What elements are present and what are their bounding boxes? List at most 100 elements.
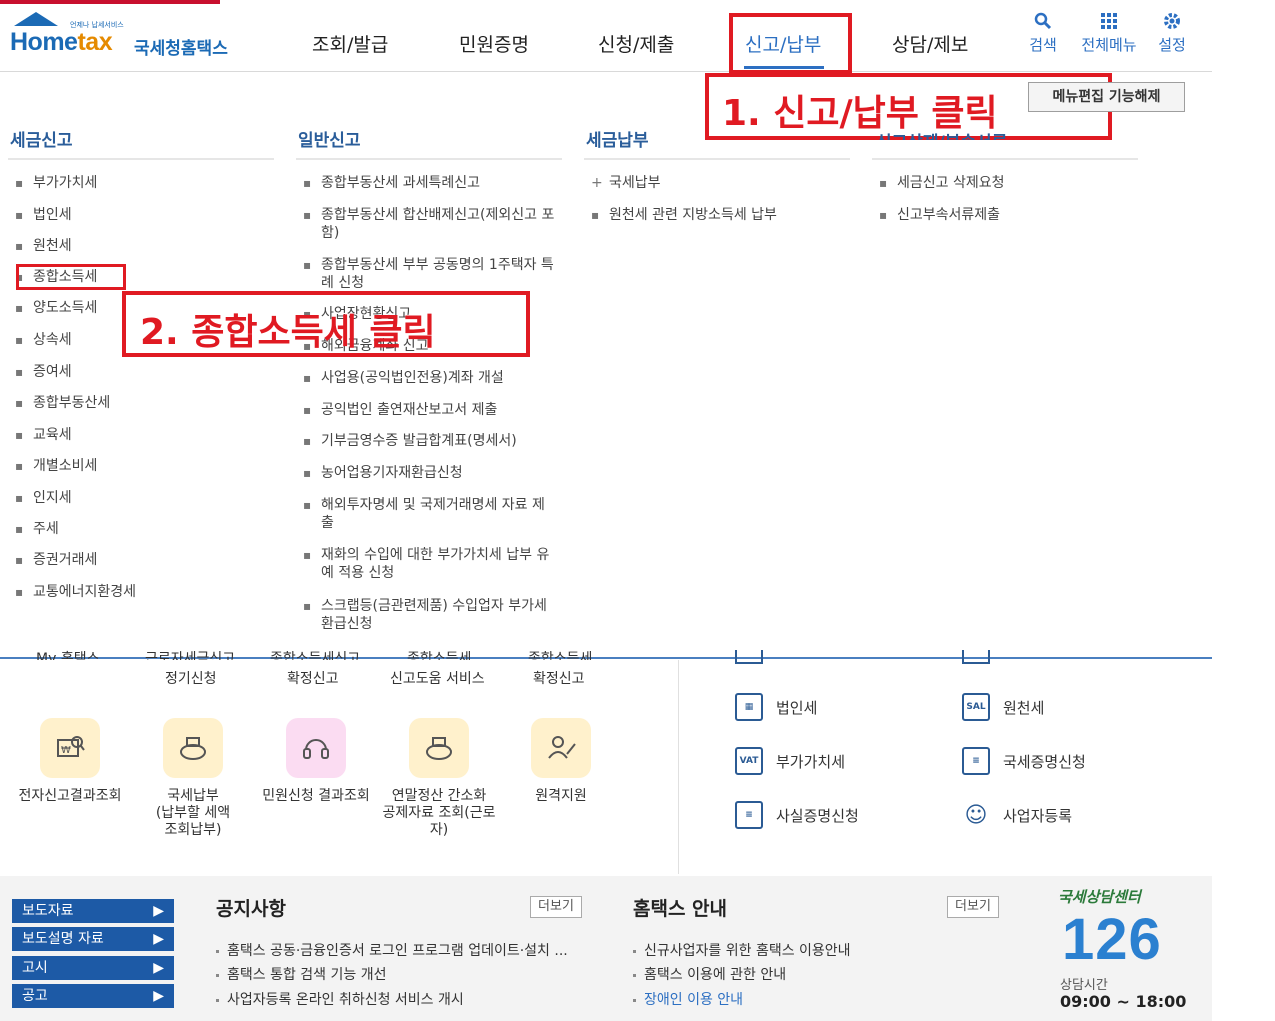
announcement-button[interactable]: 공고 ▶ [12, 984, 174, 1008]
menu-col-tax-payment-title: 세금납부 [586, 131, 649, 151]
menu-item-withholding-tax[interactable]: ▪ 원천세 [15, 237, 72, 255]
menu-col-divider [296, 158, 562, 160]
cut-label: 근로자세금신고 [145, 651, 236, 660]
search-label: 검색 [1029, 36, 1057, 54]
quick-label-civil-result[interactable]: 민원신청 결과조회 [246, 788, 386, 805]
settings-button[interactable]: 설정 [1147, 12, 1197, 55]
menu-item-gift-tax[interactable]: ▪ 증여세 [15, 363, 72, 381]
cut-icon [735, 650, 763, 664]
all-menu-label: 전체메뉴 [1081, 36, 1137, 54]
chevron-right-icon: ▶ [153, 960, 164, 976]
menu-item-donation-receipt[interactable]: ▪ 기부금영수증 발급합계표(명세서) [303, 432, 556, 450]
menu-item-submit-attachments[interactable]: ▪ 신고부속서류제출 [879, 206, 1000, 224]
cut-label: My 홈택스 [36, 651, 100, 660]
search-doc-icon[interactable]: ₩ [40, 718, 100, 778]
link-vat[interactable]: VAT 부가가치세 [735, 747, 845, 775]
notification-button[interactable]: 고시 ▶ [12, 956, 174, 980]
menu-item-excise-tax[interactable]: ▪ 개별소비세 [15, 457, 97, 475]
chevron-right-icon: ▶ [153, 988, 164, 1004]
chevron-right-icon: ▶ [153, 931, 164, 947]
nav-apply-submit[interactable]: 신청/제출 [598, 30, 674, 57]
logo-korean-name: 국세청홈택스 [134, 39, 228, 59]
guide-item[interactable]: 홈택스 이용에 관한 안내 [633, 964, 786, 984]
menu-item-inheritance-tax[interactable]: ▪ 상속세 [15, 331, 72, 349]
cut-label: 종합소득세 [407, 651, 472, 660]
quick-label-tax-payment[interactable]: 국세납부 (납부할 세액 조회납부) [123, 788, 263, 839]
search-button[interactable]: 검색 [1018, 12, 1068, 55]
notice-more-button[interactable]: 더보기 [530, 896, 582, 918]
nav-civil-certificates[interactable]: 민원증명 [459, 30, 529, 57]
notice-item[interactable]: 사업자등록 온라인 취하신청 서비스 개시 [216, 989, 464, 1009]
year-end-icon[interactable] [409, 718, 469, 778]
menu-item-scrap-vat-refund[interactable]: ▪ 스크랩등(금관련제품) 수입업자 부가세 환급신청 [303, 597, 556, 633]
menu-item-local-income-tax-payment[interactable]: ▪ 원천세 관련 지방소득세 납부 [591, 206, 777, 224]
settings-label: 설정 [1158, 36, 1186, 54]
menu-item-foreign-investment[interactable]: ▪ 해외투자명세 및 국제거래명세 자료 제출 [303, 496, 556, 532]
gear-icon [1147, 12, 1197, 34]
menu-item-real-estate-tax[interactable]: ▪ 종합부동산세 [15, 394, 110, 412]
quick-label-remote-support[interactable]: 원격지원 [491, 788, 631, 805]
tax-payment-icon[interactable] [163, 718, 223, 778]
menu-col-general-report-title: 일반신고 [298, 131, 361, 151]
menu-col-delete-docs-title: 신고삭제/부속서류 [876, 128, 1007, 140]
menu-item-liquor-tax[interactable]: ▪ 주세 [15, 520, 59, 538]
link-withholding-tax[interactable]: SAL 원천세 [962, 693, 1044, 721]
menu-item-education-tax[interactable]: ▪ 교육세 [15, 426, 72, 444]
menu-item-vat[interactable]: ▪ 부가가치세 [15, 174, 97, 192]
menu-item-corporate-tax[interactable]: ▪ 법인세 [15, 206, 72, 224]
shortcut-label[interactable]: 확정신고 [287, 668, 339, 688]
quick-label-e-filing-result[interactable]: 전자신고결과조회 [0, 788, 140, 805]
house-logo-icon [14, 12, 58, 26]
nav-inquiry[interactable]: 조회/발급 [312, 30, 388, 57]
link-tax-certificate[interactable]: ≡ 국세증명신청 [962, 747, 1086, 775]
cut-label: 종합소득세신고 [270, 651, 361, 660]
menu-item-delete-report[interactable]: ▪ 세금신고 삭제요청 [879, 174, 1005, 192]
notice-title: 공지사항 [216, 898, 286, 920]
all-menu-button[interactable]: 전체메뉴 [1080, 12, 1138, 55]
annotation-step2-label: 2. 종합소득세 클릭 [140, 312, 436, 353]
guide-item[interactable]: 신규사업자를 위한 홈택스 이용안내 [633, 940, 851, 960]
press-release-button[interactable]: 보도자료 ▶ [12, 899, 174, 923]
menu-item-real-estate-exclusion[interactable]: ▪ 종합부동산세 합산배제신고(제외신고 포함) [303, 206, 556, 242]
menu-item-real-estate-special[interactable]: ▪ 종합부동산세 과세특례신고 [303, 174, 556, 192]
search-icon [1018, 12, 1068, 34]
grid-menu-icon [1080, 12, 1138, 34]
link-business-registration[interactable]: ☺ 사업자등록 [962, 801, 1072, 829]
remote-support-icon[interactable] [531, 718, 591, 778]
guide-item-accessibility[interactable]: 장애인 이용 안내 [633, 989, 743, 1009]
hometax-logo[interactable]: 언제나 납세서비스 Hometax 국세청홈택스 [8, 10, 248, 62]
menu-item-import-vat-deferral[interactable]: ▪ 재화의 수입에 대한 부가가치세 납부 유예 적용 신청 [303, 546, 556, 582]
menu-item-public-corp-report[interactable]: ▪ 공익법인 출연재산보고서 제출 [303, 401, 556, 419]
link-fact-certificate[interactable]: ≡ 사실증명신청 [735, 801, 859, 829]
call-center-hours: 09:00 ~ 18:00 [1060, 992, 1187, 1011]
top-accent-line [0, 0, 220, 4]
nav-consult-report[interactable]: 상담/제보 [892, 30, 968, 57]
call-center-hours-label: 상담시간 [1060, 978, 1108, 993]
guide-more-button[interactable]: 더보기 [947, 896, 999, 918]
menu-item-securities-tax[interactable]: ▪ 증권거래세 [15, 551, 97, 569]
shortcut-label[interactable]: 정기신청 [165, 668, 217, 688]
menu-item-stamp-tax[interactable]: ▪ 인지세 [15, 489, 72, 507]
menu-item-national-tax-payment[interactable]: + 국세납부 [591, 174, 661, 192]
press-explanation-button[interactable]: 보도설명 자료 ▶ [12, 927, 174, 951]
menu-item-capital-gains-tax[interactable]: ▪ 양도소득세 [15, 299, 97, 317]
notice-item[interactable]: 홈택스 통합 검색 기능 개선 [216, 964, 386, 984]
shortcut-label[interactable]: 확정신고 [533, 668, 585, 688]
notice-item[interactable]: 홈택스 공동·금융인증서 로그인 프로그램 업데이트·설치 ... [216, 940, 568, 960]
cut-icon [962, 650, 990, 664]
vertical-separator [678, 660, 679, 874]
menu-item-joint-ownership[interactable]: ▪ 종합부동산세 부부 공동명의 1주택자 특례 신청 [303, 256, 556, 292]
certificate-icon: ≡ [962, 747, 990, 775]
menu-edit-toggle-button[interactable]: 메뉴편집 기능해제 [1028, 82, 1185, 112]
menu-col-divider [584, 158, 850, 160]
headset-icon[interactable] [286, 718, 346, 778]
menu-item-agri-refund[interactable]: ▪ 농어업용기자재환급신청 [303, 464, 556, 482]
menu-item-transport-energy-tax[interactable]: ▪ 교통에너지환경세 [15, 583, 136, 601]
menu-col-divider [8, 158, 274, 160]
annotation-box-income-tax [16, 264, 126, 290]
quick-label-year-end[interactable]: 연말정산 간소화 공제자료 조회(근로 자) [369, 788, 509, 839]
svg-text:₩: ₩ [61, 745, 71, 756]
menu-item-business-account[interactable]: ▪ 사업용(공익법인전용)계좌 개설 [303, 369, 556, 387]
link-corporate-tax[interactable]: ▦ 법인세 [735, 693, 817, 721]
shortcut-label[interactable]: 신고도움 서비스 [390, 668, 485, 688]
